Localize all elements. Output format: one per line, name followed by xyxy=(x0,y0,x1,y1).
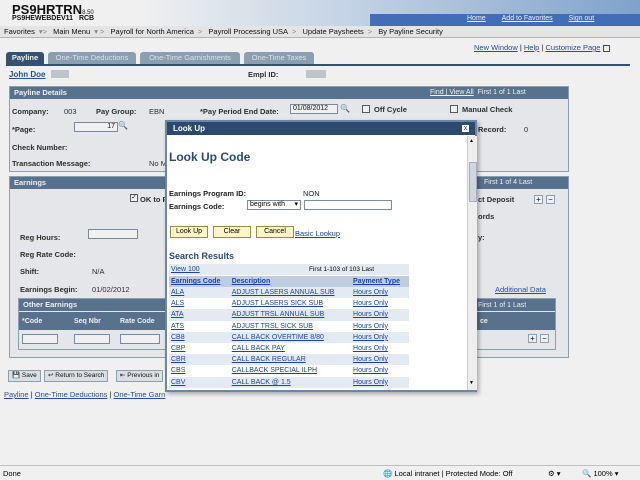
zoom-control[interactable]: 🔍 100% ▾ xyxy=(582,469,618,478)
close-icon[interactable]: x xyxy=(461,124,470,133)
row-description[interactable]: CALL BACK REGULAR xyxy=(229,354,352,366)
row-description[interactable]: CALL BACK OVERTIME 8/80 xyxy=(229,331,352,343)
row-payment-type[interactable]: Hours Only xyxy=(351,376,409,388)
row-code[interactable]: ATS xyxy=(169,320,230,332)
table-row[interactable]: CBP CALL BACK PAY Hours Only xyxy=(169,342,409,355)
table-row[interactable]: ALA ADJUST LASERS ANNUAL SUB Hours Only xyxy=(169,287,409,299)
results-header-row: Earnings Code Description Payment Type xyxy=(169,276,409,287)
modal-scrollbar[interactable]: ▲ ▼ xyxy=(467,136,477,390)
scroll-up-icon[interactable]: ▲ xyxy=(469,138,474,144)
row-description[interactable]: ADJUST LASERS ANNUAL SUB xyxy=(229,287,352,299)
row-payment-type[interactable]: Hours Only xyxy=(351,320,409,332)
scroll-thumb[interactable] xyxy=(469,162,477,202)
table-row[interactable]: ATS ADJUST TRSL SICK SUB Hours Only xyxy=(169,320,409,332)
basic-lookup-link[interactable]: Basic Lookup xyxy=(295,229,340,238)
row-description[interactable]: CALL BACK @ 1.5 xyxy=(229,376,352,388)
program-id-label: Earnings Program ID: xyxy=(169,189,247,198)
earnings-code-input[interactable] xyxy=(304,200,392,210)
status-bar: Done 🌐 Local intranet | Protected Mode: … xyxy=(0,465,640,480)
table-row[interactable]: CBR CALL BACK REGULAR Hours Only xyxy=(169,354,409,366)
row-payment-type[interactable]: Hours Only xyxy=(351,287,409,299)
scroll-down-icon[interactable]: ▼ xyxy=(469,380,474,386)
row-description[interactable]: ADJUST TRSL ANNUAL SUB xyxy=(229,309,352,321)
search-results-heading: Search Results xyxy=(169,251,235,261)
earnings-code-label: Earnings Code: xyxy=(169,202,225,211)
operator-select[interactable]: begins with ▾ xyxy=(247,200,301,210)
row-code[interactable]: ALA xyxy=(169,287,230,299)
row-code[interactable]: CBV xyxy=(169,376,230,388)
col-payment-type[interactable]: Payment Type xyxy=(351,276,409,287)
look-up-button[interactable]: Look Up xyxy=(170,226,208,238)
table-row[interactable]: CB8 CALL BACK OVERTIME 8/80 Hours Only xyxy=(169,331,409,343)
row-code[interactable]: CBS xyxy=(169,365,230,377)
status-text: Done xyxy=(3,469,21,478)
row-payment-type[interactable]: Hours Only xyxy=(351,331,409,343)
table-row[interactable]: CBS CALLBACK SPECIAL ILPH Hours Only xyxy=(169,365,409,377)
row-code[interactable]: CBR xyxy=(169,354,230,366)
protected-mode-icon[interactable]: ⚙ ▾ xyxy=(548,469,561,478)
row-payment-type[interactable]: Hours Only xyxy=(351,365,409,377)
results-table: Earnings Code Description Payment Type A… xyxy=(169,276,409,388)
globe-icon: 🌐 xyxy=(383,469,393,478)
row-description[interactable]: CALLBACK SPECIAL ILPH xyxy=(229,365,352,377)
row-code[interactable]: CBP xyxy=(169,342,230,355)
lookup-modal: Look Up x ▲ ▼ Look Up Code Earnings Prog… xyxy=(165,120,477,392)
row-payment-type[interactable]: Hours Only xyxy=(351,309,409,321)
program-id-value: NON xyxy=(303,189,320,198)
row-description[interactable]: ADJUST TRSL SICK SUB xyxy=(229,320,352,332)
lookup-heading: Look Up Code xyxy=(169,150,251,164)
view-100-link[interactable]: View 100 xyxy=(171,266,200,273)
results-pager: First 1-103 of 103 Last xyxy=(309,266,375,273)
row-payment-type[interactable]: Hours Only xyxy=(351,354,409,366)
cancel-button[interactable]: Cancel xyxy=(256,226,294,238)
chevron-down-icon: ▾ xyxy=(294,201,298,208)
table-row[interactable]: ATA ADJUST TRSL ANNUAL SUB Hours Only xyxy=(169,309,409,321)
row-payment-type[interactable]: Hours Only xyxy=(351,342,409,355)
row-code[interactable]: CB8 xyxy=(169,331,230,343)
row-description[interactable]: CALL BACK PAY xyxy=(229,342,352,355)
row-payment-type[interactable]: Hours Only xyxy=(351,298,409,310)
zone-text: 🌐 Local intranet | Protected Mode: Off xyxy=(383,469,513,478)
col-description[interactable]: Description xyxy=(229,276,352,287)
table-row[interactable]: CBV CALL BACK @ 1.5 Hours Only xyxy=(169,376,409,388)
modal-title: Look Up xyxy=(167,122,475,135)
row-code[interactable]: ATA xyxy=(169,309,230,321)
row-description[interactable]: ADJUST LASERS SICK SUB xyxy=(229,298,352,310)
row-code[interactable]: ALS xyxy=(169,298,230,310)
table-row[interactable]: ALS ADJUST LASERS SICK SUB Hours Only xyxy=(169,298,409,310)
clear-button[interactable]: Clear xyxy=(213,226,251,238)
col-earnings-code[interactable]: Earnings Code xyxy=(169,276,230,287)
